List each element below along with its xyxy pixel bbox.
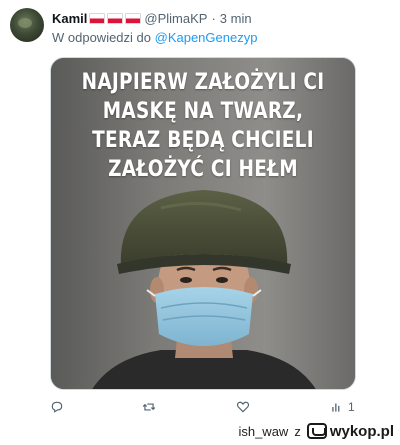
flag-emojis (89, 12, 142, 24)
views-button[interactable]: 1 (330, 400, 355, 414)
avatar[interactable] (10, 8, 44, 42)
reply-prefix: W odpowiedzi do (52, 30, 151, 45)
meme-caption: NAJPIERW ZAŁOŻYLI CI MASKĘ NA TWARZ, TER… (51, 68, 355, 184)
watermark-user: ish_waw (238, 423, 289, 439)
wykop-watermark: ish_waw z wykop.pl (238, 421, 394, 441)
wykop-logo-icon (306, 423, 327, 439)
caption-line: MASKĘ NA TWARZ, (102, 99, 304, 124)
reply-icon (51, 401, 63, 413)
caption-line: TERAZ BĘDĄ CHCIELI (92, 128, 314, 153)
timestamp[interactable]: 3 min (220, 11, 252, 26)
heart-icon (236, 401, 250, 413)
views-icon (332, 403, 340, 412)
tweet-image[interactable]: NAJPIERW ZAŁOŻYLI CI MASKĘ NA TWARZ, TER… (50, 57, 356, 390)
views-count: 1 (348, 400, 355, 414)
reply-mention-link[interactable]: @KapenGenezyp (155, 30, 258, 45)
watermark-connector: z (294, 423, 301, 439)
tweet: Kamil @PlimaKP · 3 min W odpowiedzi do @… (0, 0, 400, 445)
author-name[interactable]: Kamil (52, 11, 87, 26)
tweet-actions: 1 (50, 400, 360, 418)
wykop-logo: wykop.pl (306, 422, 394, 440)
poland-flag-icon (125, 12, 142, 24)
reply-context: W odpowiedzi do @KapenGenezyp (52, 30, 257, 45)
tweet-header: Kamil @PlimaKP · 3 min (52, 10, 252, 26)
poland-flag-icon (107, 12, 124, 24)
caption-line: ZAŁOŻYĆ CI HEŁM (108, 157, 298, 182)
caption-line: NAJPIERW ZAŁOŻYLI CI (81, 70, 325, 95)
watermark-site: wykop.pl (329, 422, 394, 440)
poland-flag-icon (89, 12, 106, 24)
like-button[interactable] (236, 400, 250, 414)
separator-dot: · (211, 10, 216, 26)
retweet-icon (142, 403, 156, 411)
author-handle[interactable]: @PlimaKP (144, 11, 207, 26)
retweet-button[interactable] (142, 400, 156, 414)
reply-button[interactable] (50, 400, 64, 414)
